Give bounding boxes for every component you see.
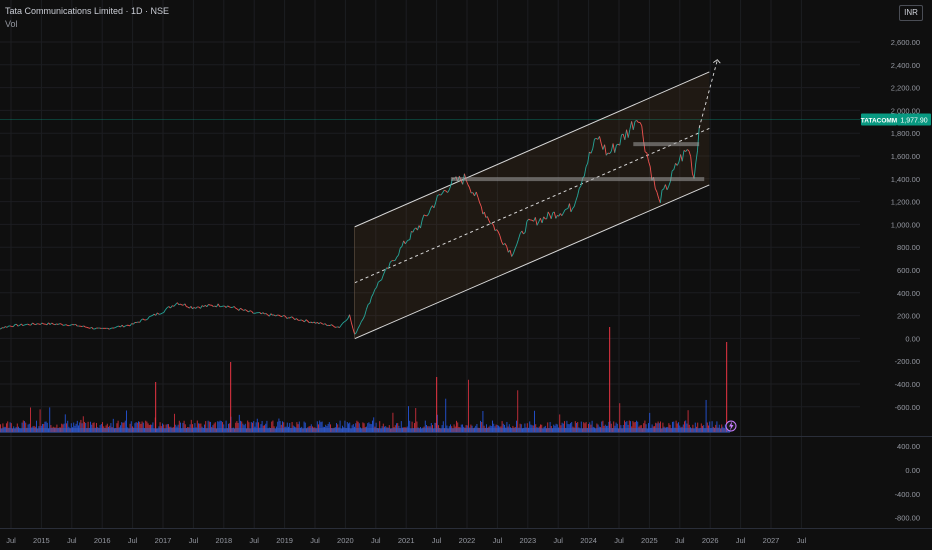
time-axis-tick-label: Jul (6, 536, 16, 545)
time-axis-tick-label: Jul (797, 536, 807, 545)
price-segment (299, 319, 302, 321)
price-axis-tick-label: -200.00 (895, 357, 920, 366)
volume-bar (517, 390, 519, 432)
time-axis-tick-label: 2018 (215, 536, 232, 545)
price-axis-tick-label: 0.00 (905, 334, 920, 343)
price-tag-value: 1,977.90 (900, 118, 927, 125)
price-axis-tick-label: -600.00 (895, 403, 920, 412)
price-segment (56, 323, 59, 325)
volume-spike (436, 377, 438, 432)
price-axis-tick-label: 1,200.00 (891, 198, 920, 207)
time-axis-tick-label: 2020 (337, 536, 354, 545)
price-axis-tick-label: 1,800.00 (891, 129, 920, 138)
price-axis-tick-label: 2,200.00 (891, 84, 920, 93)
support-level-zone[interactable] (633, 142, 700, 147)
volume-baseline (0, 428, 730, 433)
currency-button[interactable]: INR (899, 5, 923, 21)
price-axis-tick-label: 400.00 (897, 289, 920, 298)
volume-spike (726, 342, 728, 432)
price-axis-tick-label: 800.00 (897, 243, 920, 252)
time-axis-tick-label: 2022 (459, 536, 476, 545)
time-axis-tick-label: 2017 (155, 536, 172, 545)
price-segment (221, 305, 224, 308)
volume-axis-tick-label: -800.00 (895, 514, 920, 523)
price-segment (150, 315, 153, 317)
time-axis-tick-label: 2015 (33, 536, 50, 545)
volume-bar (619, 403, 621, 432)
price-segment (594, 137, 597, 140)
time-axis-tick-label: 2021 (398, 536, 415, 545)
price-segment (53, 323, 56, 326)
volume-spike (155, 382, 157, 432)
time-axis-tick-label: Jul (675, 536, 685, 545)
time-axis-tick-label: Jul (310, 536, 320, 545)
price-segment (286, 317, 289, 319)
volume-spike (609, 327, 611, 432)
time-axis-tick-label: 2016 (94, 536, 111, 545)
volume-bar (468, 379, 469, 432)
time-axis-tick-label: 2026 (702, 536, 719, 545)
price-axis-tick-label: 2,600.00 (891, 38, 920, 47)
price-axis-tick-label: -400.00 (895, 380, 920, 389)
price-axis-tick-label: 200.00 (897, 312, 920, 321)
support-level-zone[interactable] (450, 177, 705, 182)
volume-spike (230, 362, 232, 432)
time-axis-tick-label: Jul (189, 536, 199, 545)
price-segment (22, 324, 25, 327)
price-axis-tick-label: 1,400.00 (891, 175, 920, 184)
volume-axis-tick-label: 0.00 (905, 466, 920, 475)
price-segment (208, 304, 211, 306)
time-axis-tick-label: 2023 (519, 536, 536, 545)
time-axis-tick-label: Jul (614, 536, 624, 545)
time-axis-tick-label: Jul (128, 536, 138, 545)
price-axis-tick-label: 2,400.00 (891, 61, 920, 70)
price-segment (178, 303, 181, 306)
price-axis-tick-label: 1,600.00 (891, 152, 920, 161)
time-axis-tick-label: Jul (736, 536, 746, 545)
lightning-icon[interactable] (725, 420, 737, 432)
time-axis-tick-label: Jul (553, 536, 563, 545)
price-axis-tick-label: 600.00 (897, 266, 920, 275)
volume-axis-tick-label: 400.00 (897, 442, 920, 451)
time-axis-tick-label: Jul (493, 536, 503, 545)
time-axis-tick-label: Jul (371, 536, 381, 545)
volume-bar (445, 398, 447, 432)
time-axis-tick-label: 2027 (763, 536, 780, 545)
price-segment (86, 326, 89, 329)
volume-bar (705, 399, 707, 432)
price-chart[interactable]: 2,600.002,400.002,200.002,000.001,800.00… (0, 0, 932, 550)
time-axis-tick-label: Jul (67, 536, 77, 545)
volume-label: Vol (5, 19, 18, 29)
time-axis-tick-label: 2025 (641, 536, 658, 545)
price-segment (566, 208, 569, 210)
price-segment (229, 306, 232, 308)
time-axis-tick-label: 2019 (276, 536, 293, 545)
price-tag-ticker: TATACOMM (861, 118, 897, 125)
last-price-tag: TATACOMM 1,977.90 (861, 113, 931, 126)
price-axis-tick-label: 1,000.00 (891, 220, 920, 229)
price-segment (309, 321, 312, 324)
chart-title: Tata Communications Limited · 1D · NSE (5, 6, 170, 16)
price-segment (9, 325, 12, 327)
price-segment (149, 315, 152, 318)
time-axis-tick-label: Jul (432, 536, 442, 545)
time-axis-tick-label: Jul (249, 536, 259, 545)
price-segment (113, 326, 116, 329)
volume-axis-tick-label: -400.00 (895, 490, 920, 499)
time-axis-tick-label: 2024 (580, 536, 597, 545)
